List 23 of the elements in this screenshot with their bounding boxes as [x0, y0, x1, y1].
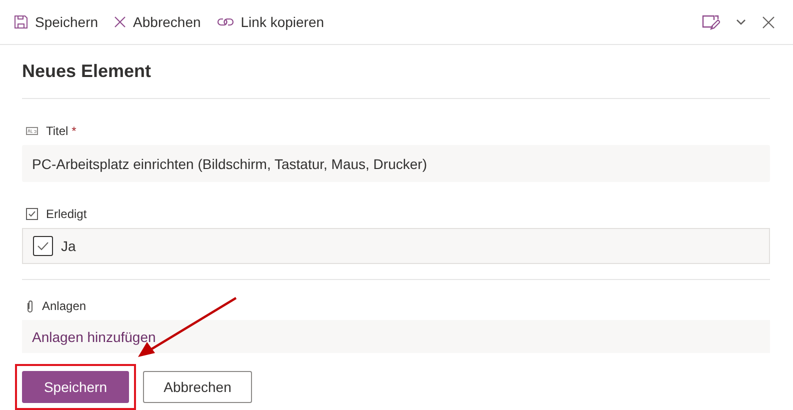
chevron-icon: [736, 19, 746, 25]
field-label: Anlagen: [42, 299, 86, 313]
cancel-button[interactable]: Abbrechen: [106, 6, 209, 38]
close-icon: [762, 16, 775, 28]
text-field-icon: [26, 127, 38, 135]
link-icon: [216, 16, 234, 28]
save-button[interactable]: Speichern: [22, 371, 129, 403]
checkbox-icon: [26, 208, 38, 220]
close-icon: [114, 16, 126, 28]
add-attachments-link[interactable]: Anlagen hinzufügen: [32, 328, 156, 344]
edit-icon: [702, 14, 720, 30]
link-button[interactable]: Link kopieren: [208, 6, 332, 38]
cancel-button[interactable]: Abbrechen: [143, 371, 252, 403]
checkbox-label: Ja: [61, 238, 76, 254]
save-icon: [14, 15, 28, 29]
field-label: Erledigt: [46, 207, 87, 221]
paperclip-icon: [26, 300, 34, 312]
title-field[interactable]: PC-Arbeitsplatz einrichten (Bildschirm, Tastatur, Maus, Drucker): [22, 145, 770, 182]
checkmark-icon: [37, 241, 49, 251]
checkbox[interactable]: [33, 236, 53, 256]
form-title: Neues Element: [22, 45, 770, 99]
save-button[interactable]: Speichern: [6, 6, 106, 38]
field-label: Titel *: [46, 124, 76, 138]
